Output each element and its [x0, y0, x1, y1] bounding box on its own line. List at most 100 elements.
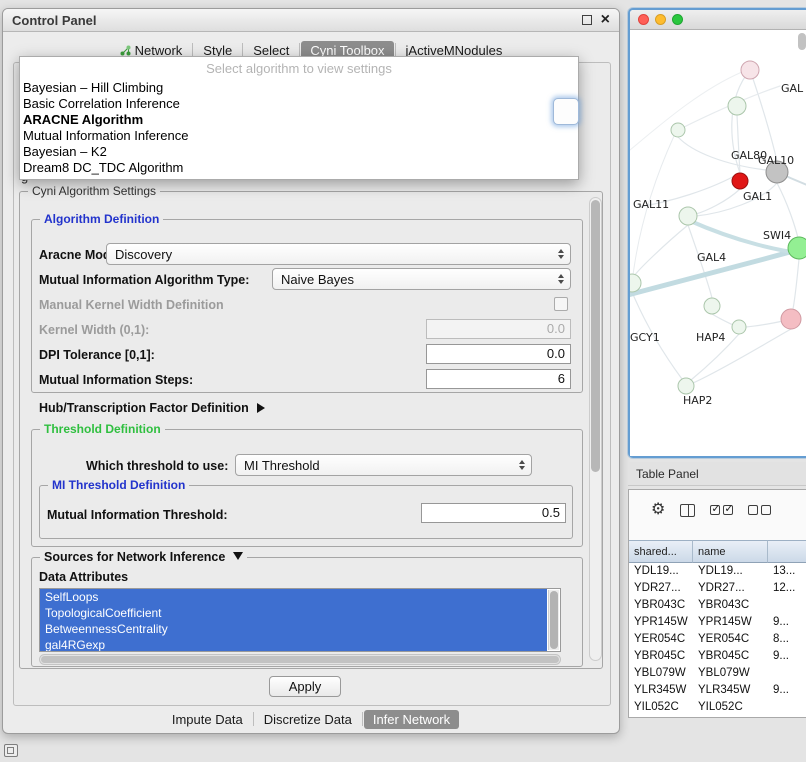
table-cell: YER054C	[693, 631, 768, 648]
network-node[interactable]	[671, 123, 685, 137]
network-edge[interactable]	[696, 189, 740, 214]
table-row[interactable]: YBL079WYBL079W	[629, 665, 806, 682]
cyni-algorithm-settings-title: Cyni Algorithm Settings	[28, 184, 160, 198]
network-edge[interactable]	[634, 225, 688, 276]
column-header[interactable]	[768, 540, 806, 563]
table-cell	[768, 597, 806, 614]
settings-scrollbar-thumb[interactable]	[591, 200, 600, 472]
deselect-all-icon[interactable]	[748, 505, 771, 515]
float-window-icon[interactable]	[582, 15, 592, 25]
attribute-list-item[interactable]: TopologicalCoefficient	[40, 605, 547, 621]
restore-panel-icon[interactable]	[4, 744, 18, 757]
table-cell: 8...	[768, 631, 806, 648]
apply-button[interactable]: Apply	[269, 676, 341, 697]
mi-steps-label: Mutual Information Steps:	[39, 373, 193, 387]
mi-steps-field[interactable]: 6	[426, 369, 571, 389]
network-edge[interactable]	[712, 314, 733, 325]
tab-label: Impute Data	[172, 712, 243, 727]
gear-icon[interactable]: ⚙	[651, 502, 665, 518]
table-row[interactable]: YLR345WYLR345W9...	[629, 682, 806, 699]
network-node[interactable]	[630, 274, 641, 292]
algorithm-combo-fragment[interactable]	[553, 98, 579, 125]
network-graph[interactable]: GALGAL80GAL10GAL11GAL1SWI4GAL4GCY1HAP4HA…	[630, 30, 806, 456]
mi-threshold-group-title: MI Threshold Definition	[48, 478, 189, 492]
algorithm-option[interactable]: Bayesian – K2	[20, 144, 578, 160]
algorithm-option[interactable]: Basic Correlation Inference	[20, 96, 578, 112]
chevron-updown-icon	[519, 460, 525, 470]
network-edge[interactable]	[750, 70, 777, 161]
which-threshold-select[interactable]: MI Threshold	[235, 454, 532, 476]
network-vscrollbar-thumb[interactable]	[798, 33, 806, 50]
table-header-row: shared...name	[629, 540, 806, 563]
mi-algorithm-type-label: Mutual Information Algorithm Type:	[39, 273, 249, 287]
sources-title: Sources for Network Inference	[44, 550, 225, 564]
algorithm-option[interactable]: Dream8 DC_TDC Algorithm	[20, 160, 578, 176]
close-traffic-light[interactable]	[638, 14, 649, 25]
attributes-hscrollbar[interactable]	[39, 654, 561, 665]
algorithm-option[interactable]: Bayesian – Hill Climbing	[20, 80, 578, 96]
table-cell: YBL079W	[693, 665, 768, 682]
attributes-list-scrollbar-thumb[interactable]	[550, 591, 558, 649]
attributes-hscrollbar-thumb[interactable]	[41, 656, 559, 663]
algorithm-option[interactable]: ARACNE Algorithm	[20, 112, 578, 128]
table-cell: YIL052C	[693, 699, 768, 716]
algorithm-option[interactable]: Mutual Information Inference	[20, 128, 578, 144]
network-node[interactable]	[732, 320, 746, 334]
table-row[interactable]: YBR043CYBR043C	[629, 597, 806, 614]
dpi-tolerance-field[interactable]: 0.0	[426, 344, 571, 364]
column-header[interactable]: shared...	[629, 540, 693, 563]
network-node-label: HAP2	[683, 394, 712, 407]
attribute-list-item[interactable]: gal4RGexp	[40, 637, 547, 652]
minimize-traffic-light[interactable]	[655, 14, 666, 25]
table-row[interactable]: YPR145WYPR145W9...	[629, 614, 806, 631]
bottom-tab-infer-network[interactable]: Infer Network	[364, 710, 459, 729]
kernel-width-field[interactable]: 0.0	[426, 319, 571, 339]
table-row[interactable]: YDR27...YDR27...12...	[629, 580, 806, 597]
column-header[interactable]: name	[693, 540, 768, 563]
bottom-tab-discretize-data[interactable]: Discretize Data	[255, 710, 361, 729]
control-panel-titlebar[interactable]: Control Panel ×	[3, 9, 619, 32]
table-cell: YDR27...	[693, 580, 768, 597]
zoom-traffic-light[interactable]	[672, 14, 683, 25]
table-cell: YLR345W	[629, 682, 693, 699]
hub-section-toggle[interactable]: Hub/Transcription Factor Definition	[39, 401, 265, 415]
network-node[interactable]	[679, 207, 697, 225]
table-row[interactable]: YIL052CYIL052C	[629, 699, 806, 716]
network-window-titlebar[interactable]	[630, 10, 806, 30]
mi-algorithm-type-select[interactable]: Naive Bayes	[272, 268, 571, 290]
table-row[interactable]: YDL19...YDL19...13...	[629, 563, 806, 580]
network-canvas[interactable]: GALGAL80GAL10GAL11GAL1SWI4GAL4GCY1HAP4HA…	[630, 30, 806, 456]
table-row[interactable]: YER054CYER054C8...	[629, 631, 806, 648]
network-node[interactable]	[781, 309, 801, 329]
table-cell: 13...	[768, 563, 806, 580]
manual-kernel-width-checkbox[interactable]	[554, 297, 568, 311]
network-node[interactable]	[678, 378, 694, 394]
table-row[interactable]: YBR045CYBR045C9...	[629, 648, 806, 665]
sources-toggle[interactable]: Sources for Network Inference	[40, 550, 247, 564]
network-edge[interactable]	[793, 259, 799, 309]
close-icon[interactable]: ×	[601, 12, 610, 28]
network-node[interactable]	[732, 173, 748, 189]
select-all-icon[interactable]	[710, 505, 733, 515]
data-attributes-listbox[interactable]: SelfLoopsTopologicalCoefficientBetweenne…	[39, 588, 561, 652]
settings-scrollbar[interactable]	[589, 197, 602, 661]
table-cell: YBL079W	[629, 665, 693, 682]
tab-separator	[395, 43, 396, 57]
bottom-tab-impute-data[interactable]: Impute Data	[163, 710, 252, 729]
columns-icon[interactable]	[680, 504, 695, 517]
network-node[interactable]	[704, 298, 720, 314]
network-node[interactable]	[728, 97, 746, 115]
table-cell: YDL19...	[693, 563, 768, 580]
window-title: Control Panel	[12, 13, 97, 28]
network-edge[interactable]	[630, 72, 742, 150]
bottom-tabs: Impute Data Discretize DataInfer Network	[3, 708, 619, 730]
attribute-list-item[interactable]: SelfLoops	[40, 589, 547, 605]
network-node[interactable]	[741, 61, 759, 79]
aracne-mode-select[interactable]: Discovery	[106, 243, 571, 265]
table-cell	[768, 699, 806, 716]
attribute-list-item[interactable]: BetweennessCentrality	[40, 621, 547, 637]
attributes-list-scrollbar[interactable]	[548, 590, 559, 650]
tab-separator	[299, 43, 300, 57]
mi-threshold-field[interactable]: 0.5	[421, 503, 566, 523]
table-panel-title: Table Panel	[636, 467, 699, 481]
